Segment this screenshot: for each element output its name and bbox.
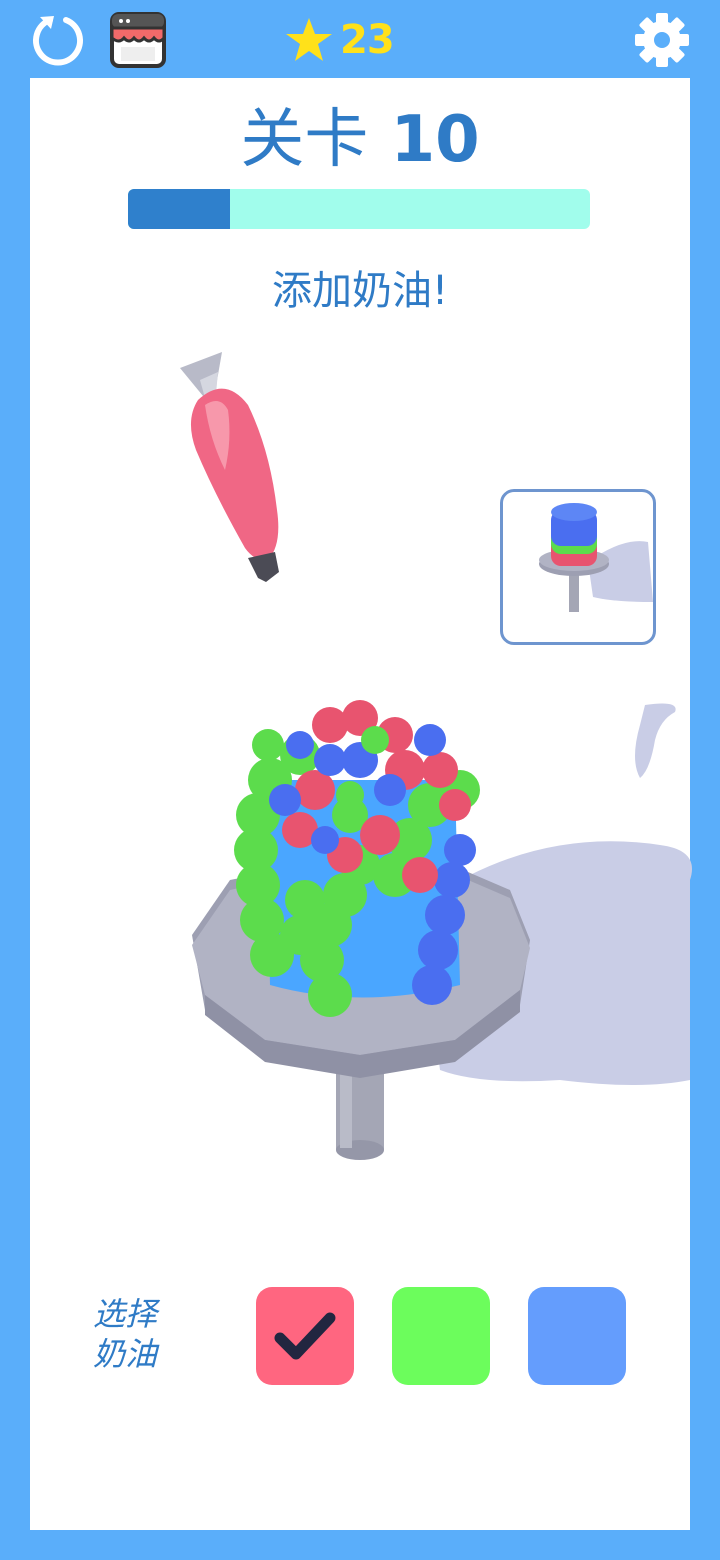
piping-bag [180,352,279,582]
cream-option-green[interactable] [392,1287,490,1385]
choose-cream-label: 选择 奶油 [70,1294,180,1374]
choose-cream-label-line2: 奶油 [92,1335,157,1373]
checkmark-icon [274,1312,336,1360]
target-cake-image [539,503,653,612]
cream-option-pink[interactable] [256,1287,354,1385]
cream-option-blue[interactable] [528,1287,626,1385]
cake [234,700,480,1017]
target-cake-preview [500,489,656,645]
choose-cream-label-line1: 选择 [92,1295,157,1333]
